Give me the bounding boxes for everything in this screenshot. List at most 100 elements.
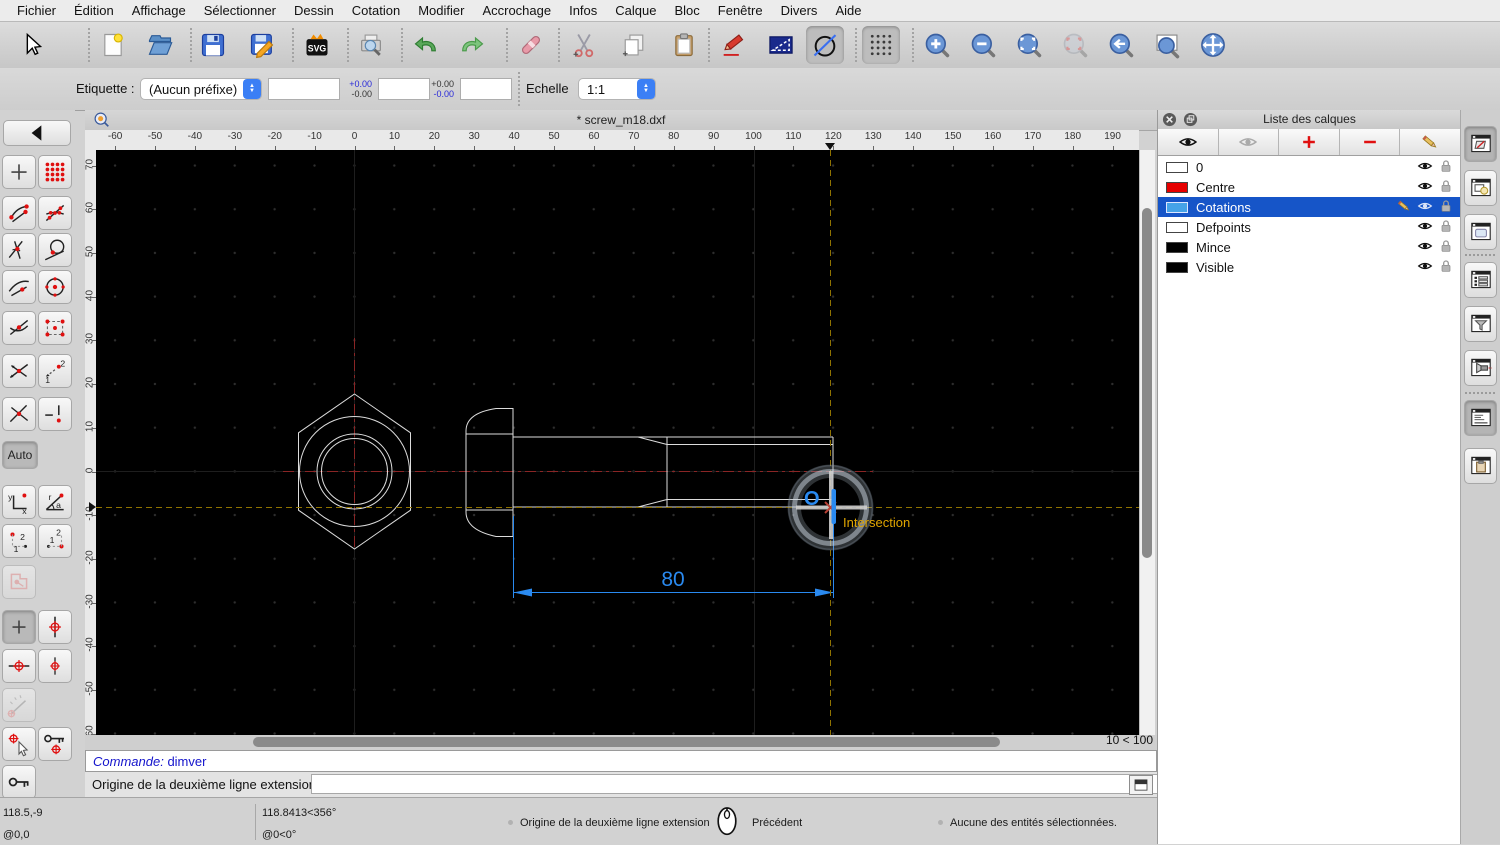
snap-tangent-button[interactable] (38, 233, 72, 267)
panel-properties-button[interactable] (1464, 262, 1497, 298)
relative-zero-key-button[interactable] (2, 765, 36, 799)
label-input[interactable] (268, 78, 340, 100)
prefix-select[interactable]: (Aucun préfixe) ▲▼ (140, 78, 262, 100)
panel-clipboard-button[interactable] (1464, 448, 1497, 484)
menu-divers[interactable]: Divers (772, 0, 827, 22)
layer-row-mince[interactable]: Mince (1158, 237, 1460, 257)
lock-icon[interactable] (1438, 258, 1454, 277)
show-all-layers-button[interactable] (1158, 129, 1219, 155)
menu-fichier[interactable]: Fichier (8, 0, 65, 22)
tolerance2-input[interactable] (460, 78, 512, 100)
snap-free-button[interactable] (2, 155, 36, 189)
new-file-button[interactable] (94, 26, 132, 64)
zoom-selection-button[interactable] (1056, 26, 1094, 64)
snap-endpoints-button[interactable] (2, 196, 36, 230)
zoom-window-button[interactable] (1148, 26, 1186, 64)
snap-on-entity-button[interactable] (38, 196, 72, 230)
vertical-scrollbar[interactable] (1139, 150, 1155, 735)
select-entity-button[interactable] (2, 565, 36, 599)
undo-button[interactable] (407, 26, 445, 64)
menu-modifier[interactable]: Modifier (409, 0, 473, 22)
menu-infos[interactable]: Infos (560, 0, 606, 22)
snap-middle-button[interactable] (2, 311, 36, 345)
save-as-button[interactable] (243, 26, 281, 64)
horizontal-scrollbar-thumb[interactable] (253, 737, 1000, 747)
back-button[interactable] (3, 120, 71, 146)
draft-mode-button[interactable] (806, 26, 844, 64)
panel-view-tool-button[interactable] (1464, 350, 1497, 386)
menu-aide[interactable]: Aide (826, 0, 870, 22)
menu-affichage[interactable]: Affichage (123, 0, 195, 22)
menu-edition[interactable]: Édition (65, 0, 123, 22)
layer-row-defpoints[interactable]: Defpoints (1158, 217, 1460, 237)
lock-icon[interactable] (1438, 178, 1454, 197)
snap-grid-button[interactable] (38, 155, 72, 189)
menu-accrochage[interactable]: Accrochage (473, 0, 560, 22)
pan-button[interactable] (1194, 26, 1232, 64)
svg-export-button[interactable]: SVG (298, 26, 336, 64)
panel-library-button[interactable] (1464, 214, 1497, 250)
snap-intersection-forced-button[interactable] (38, 397, 72, 431)
edit-entity-button[interactable] (714, 26, 752, 64)
menu-dessin[interactable]: Dessin (285, 0, 343, 22)
eye-icon[interactable] (1417, 198, 1433, 217)
layer-panel-title-bar[interactable]: Liste des calques (1158, 110, 1461, 130)
zoom-previous-button[interactable] (1102, 26, 1140, 64)
layer-row-cotations[interactable]: Cotations (1158, 197, 1460, 217)
coord-cartesian-button[interactable]: yx (2, 485, 36, 519)
eye-icon[interactable] (1417, 218, 1433, 237)
echelle-select[interactable]: 1:1 ▲▼ (578, 78, 656, 100)
snap-nearest-button[interactable] (2, 270, 36, 304)
coord-relative-button[interactable]: 12 (2, 524, 36, 558)
tolerance1-input[interactable] (378, 78, 430, 100)
lock-icon[interactable] (1438, 218, 1454, 237)
menu-fenetre[interactable]: Fenêtre (709, 0, 772, 22)
pointer-tool[interactable] (13, 26, 51, 64)
save-button[interactable] (194, 26, 232, 64)
snap-center-button[interactable] (38, 270, 72, 304)
print-preview-button[interactable] (352, 26, 390, 64)
zoom-auto-button[interactable] (1010, 26, 1048, 64)
menu-bloc[interactable]: Bloc (665, 0, 708, 22)
panel-blocks-button[interactable] (1464, 170, 1497, 206)
layer-row-0[interactable]: 0 (1158, 157, 1460, 177)
lock-icon[interactable] (1438, 238, 1454, 257)
grid-toggle-button[interactable] (862, 26, 900, 64)
restrict-ortho-button[interactable] (38, 649, 72, 683)
delete-button[interactable] (512, 26, 550, 64)
menu-calque[interactable]: Calque (606, 0, 665, 22)
zoom-in-button[interactable] (918, 26, 956, 64)
lock-relative-zero-button[interactable] (38, 727, 72, 761)
eye-icon[interactable] (1417, 158, 1433, 177)
paste-button[interactable] (665, 26, 703, 64)
snap-reference-button[interactable] (38, 311, 72, 345)
eye-icon[interactable] (1417, 258, 1433, 277)
snap-perpendicular-button[interactable] (2, 233, 36, 267)
snap-intersection-button[interactable] (2, 397, 36, 431)
edit-layer-button[interactable] (1400, 129, 1461, 155)
menu-selectionner[interactable]: Sélectionner (195, 0, 285, 22)
layer-row-centre[interactable]: Centre (1158, 177, 1460, 197)
panel-command-button[interactable] (1464, 400, 1497, 436)
redo-button[interactable] (453, 26, 491, 64)
set-relative-zero-button[interactable] (2, 727, 36, 761)
snap-intersection-auto-button[interactable] (2, 354, 36, 388)
document-title-bar[interactable]: * screw_m18.dxf (85, 110, 1157, 131)
lock-icon[interactable] (1438, 198, 1454, 217)
coord-relative-polar-button[interactable]: 12 (38, 524, 72, 558)
menu-cotation[interactable]: Cotation (343, 0, 409, 22)
vertical-scrollbar-thumb[interactable] (1142, 208, 1152, 558)
open-file-button[interactable] (141, 26, 179, 64)
cut-button[interactable] (565, 26, 603, 64)
eye-icon[interactable] (1417, 178, 1433, 197)
drawing-canvas[interactable]: 80 O Intersection (96, 150, 1139, 735)
remove-layer-button[interactable] (1340, 129, 1401, 155)
restrict-horizontal-button[interactable] (2, 649, 36, 683)
snap-intersection-12-button[interactable]: 12 (38, 354, 72, 388)
snap-auto-button[interactable]: Auto (2, 441, 38, 469)
restrict-angle-button[interactable] (2, 688, 36, 722)
panel-layers-button[interactable] (1464, 126, 1497, 162)
coord-polar-button[interactable]: ra (38, 485, 72, 519)
panel-filter-button[interactable] (1464, 306, 1497, 342)
zoom-out-button[interactable] (964, 26, 1002, 64)
